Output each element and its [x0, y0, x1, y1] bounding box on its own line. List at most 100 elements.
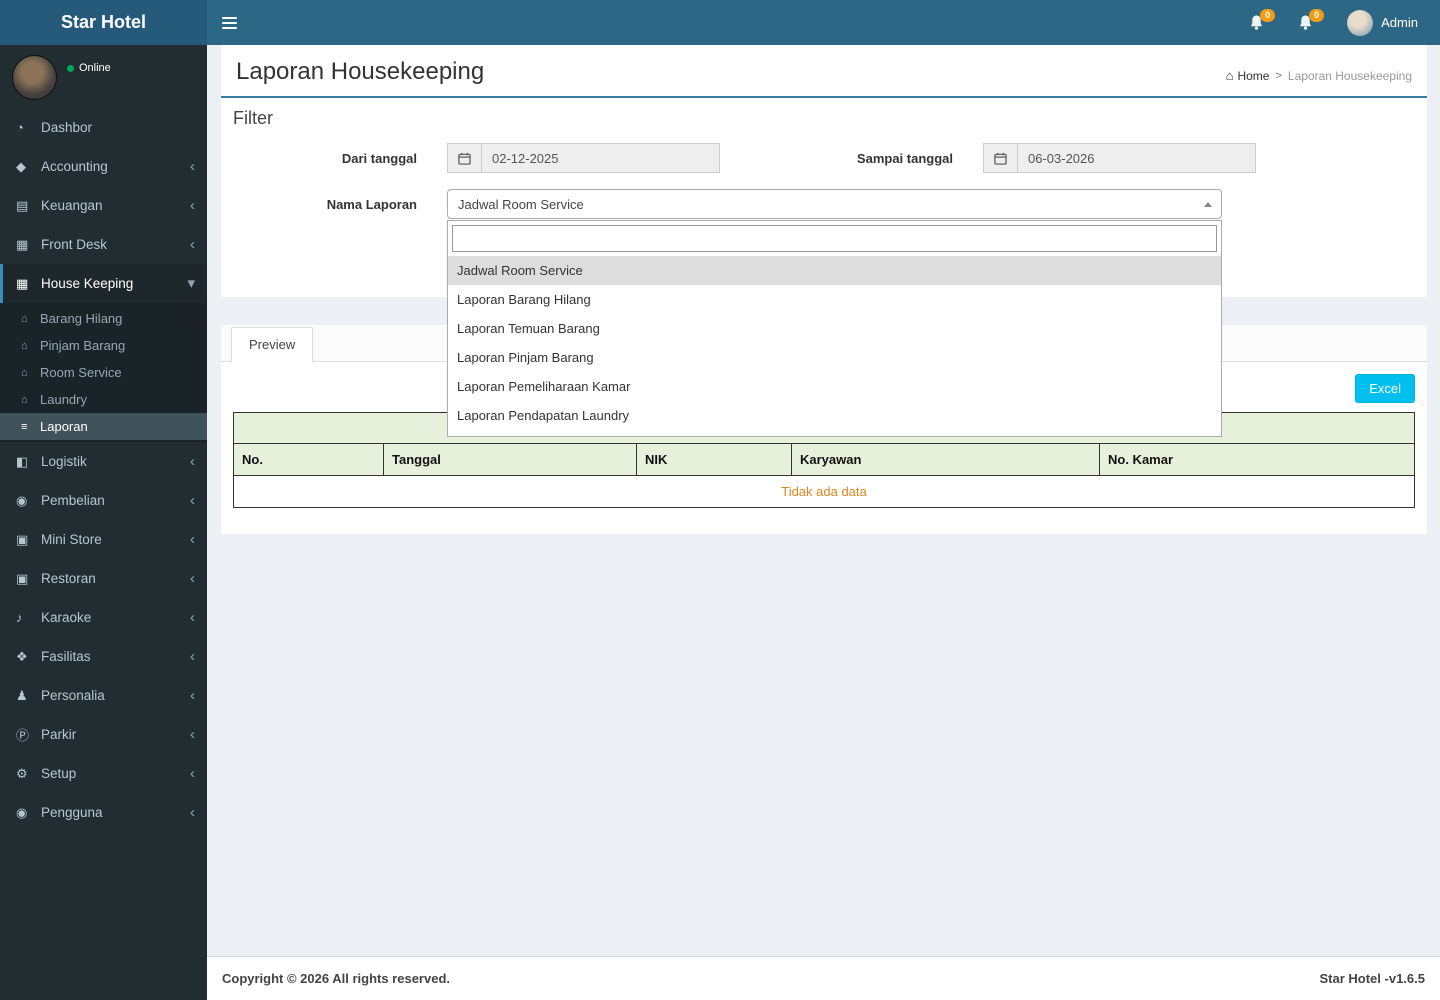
sidebar-item[interactable]: ❖ Fasilitas ‹ — [0, 637, 207, 676]
home-icon: ⌂ — [1225, 68, 1234, 83]
breadcrumb-home-link[interactable]: ⌂ Home — [1226, 68, 1270, 83]
menu-item-label: Dashbor — [41, 120, 93, 135]
menu-item-icon: ▦ — [16, 236, 29, 252]
menu-item-icon: ⚙ — [16, 765, 28, 781]
dropdown-option[interactable]: Laporan Temuan Barang — [448, 314, 1221, 343]
calendar-icon — [447, 143, 481, 173]
chevron-left-icon: ‹ — [190, 726, 195, 743]
table-empty-row: Tidak ada data — [233, 475, 1415, 508]
menu-item-label: Mini Store — [41, 532, 102, 547]
submenu-item-icon: ≡ — [21, 420, 28, 433]
filter-panel: Filter Dari tanggal Sampai tanggal Nama … — [221, 96, 1427, 437]
menu-item-icon: ▤ — [16, 197, 29, 213]
column-header: No. Kamar — [1099, 443, 1415, 476]
user-menu[interactable]: Admin — [1347, 9, 1418, 36]
empty-message: Tidak ada data — [233, 475, 1415, 508]
to-date-input[interactable] — [1017, 143, 1256, 173]
to-date-group — [983, 143, 1256, 173]
chevron-left-icon: ‹ — [190, 765, 195, 782]
chevron-left-icon: ‹ — [190, 492, 195, 509]
menu-item-icon: ◧ — [16, 453, 29, 469]
breadcrumb-current: Laporan Housekeeping — [1287, 68, 1412, 83]
dropdown-option[interactable]: Laporan Pemeliharaan Kamar — [448, 372, 1221, 401]
menu-item-label: Parkir — [41, 727, 77, 742]
submenu-item-label: Pinjam Barang — [40, 338, 126, 353]
dropdown-option[interactable]: Jadwal Room Service — [448, 256, 1221, 285]
sidebar-item[interactable]: ▣ Restoran ‹ — [0, 559, 207, 598]
sidebar-item[interactable]: ▦ Front Desk ‹ — [0, 225, 207, 264]
tab-preview[interactable]: Preview — [231, 327, 314, 362]
sidebar-item[interactable]: Ⓟ Parkir ‹ — [0, 715, 207, 754]
from-date-label: Dari tanggal — [341, 150, 417, 166]
chevron-left-icon: ‹ — [190, 570, 195, 587]
sidebar-subitem[interactable]: ⌂ Barang Hilang — [0, 305, 207, 332]
menu-item-label: Fasilitas — [41, 649, 91, 664]
submenu-item-icon: ⌂ — [21, 312, 28, 325]
brand-logo[interactable]: Star Hotel — [0, 0, 207, 45]
sidebar-item[interactable]: ▣ Mini Store ‹ — [0, 520, 207, 559]
menu-item-label: Restoran — [41, 571, 96, 586]
chevron-left-icon: ‹ — [190, 158, 195, 175]
menu-item-label: Logistik — [41, 454, 87, 469]
notifications-menu-1[interactable]: 0 — [1249, 9, 1276, 31]
menu-item-label: Front Desk — [41, 237, 108, 252]
sidebar-toggle-button[interactable] — [207, 0, 251, 45]
dropdown-option[interactable]: Laporan Pinjam Barang — [448, 343, 1221, 372]
report-filter-row: Nama Laporan Jadwal Room Service Jadwal … — [233, 189, 1415, 437]
sidebar-item[interactable]: ◉ Pembelian ‹ — [0, 481, 207, 520]
menu-item-icon: ◉ — [16, 804, 28, 820]
menu-item-label: Karaoke — [41, 610, 92, 625]
dropdown-option[interactable]: Laporan Pendapatan Laundry — [448, 401, 1221, 430]
sidebar-subitem[interactable]: ⌂ Pinjam Barang — [0, 332, 207, 359]
submenu-item-label: Barang Hilang — [40, 311, 123, 326]
submenu-item-icon: ⌂ — [21, 339, 28, 352]
column-header: NIK — [636, 443, 792, 476]
menu-item-icon: ▦ — [16, 275, 29, 291]
sidebar-user-avatar — [12, 55, 57, 100]
hamburger-icon — [221, 16, 237, 19]
user-avatar — [1347, 9, 1374, 36]
sidebar-subitem[interactable]: ⌂ Room Service — [0, 359, 207, 386]
sidebar-subitem[interactable]: ≡ Laporan — [0, 413, 207, 440]
menu-item-label: House Keeping — [41, 276, 134, 291]
sidebar-item[interactable]: ◔ Dashbor — [0, 108, 207, 147]
menu-item-icon: ◔ — [16, 120, 24, 135]
to-date-label: Sampai tanggal — [856, 150, 953, 166]
page-title: Laporan Housekeeping — [236, 58, 485, 85]
submenu-item-label: Room Service — [40, 365, 122, 380]
menu-item-label: Pengguna — [41, 805, 103, 820]
sidebar-item[interactable]: ◧ Logistik ‹ — [0, 442, 207, 481]
submenu-item-label: Laporan — [40, 419, 88, 434]
sidebar-item[interactable]: ♟ Personalia ‹ — [0, 676, 207, 715]
report-select-selection[interactable]: Jadwal Room Service — [447, 189, 1222, 219]
dropdown-search — [448, 221, 1221, 256]
sidebar-item[interactable]: ◉ Pengguna ‹ — [0, 793, 207, 832]
excel-export-button[interactable]: Excel — [1355, 374, 1415, 403]
table-header-row: No. Tanggal NIK Karyawan No. Kamar — [233, 443, 1415, 476]
chevron-up-icon — [1204, 202, 1212, 207]
from-date-input[interactable] — [481, 143, 720, 173]
chevron-down-icon: ▾ — [187, 275, 195, 292]
chevron-left-icon: ‹ — [190, 609, 195, 626]
notifications-menu-2[interactable]: 0 — [1298, 9, 1325, 31]
sidebar-item[interactable]: ♪ Karaoke ‹ — [0, 598, 207, 637]
content-header: Laporan Housekeeping ⌂ Home > Laporan Ho… — [221, 45, 1427, 96]
breadcrumb-separator: > — [1275, 69, 1282, 82]
report-name-label: Nama Laporan — [326, 196, 417, 212]
user-name: Admin — [1381, 15, 1418, 30]
chevron-left-icon: ‹ — [190, 648, 195, 665]
sidebar-menu-bottom: ◧ Logistik ‹ ◉ Pembelian ‹ ▣ Mini Store … — [0, 442, 207, 832]
sidebar-item[interactable]: ◆ Accounting ‹ — [0, 147, 207, 186]
dropdown-search-input[interactable] — [452, 225, 1217, 252]
menu-item-icon: Ⓟ — [16, 728, 30, 743]
chevron-left-icon: ‹ — [190, 197, 195, 214]
chevron-left-icon: ‹ — [190, 687, 195, 704]
sidebar-item[interactable]: ⚙ Setup ‹ — [0, 754, 207, 793]
sidebar-subitem[interactable]: ⌂ Laundry — [0, 386, 207, 413]
menu-item-label: Pembelian — [41, 493, 105, 508]
sidebar-item-house-keeping[interactable]: ▦ House Keeping ▾ — [0, 264, 207, 303]
dropdown-options: Jadwal Room Service Laporan Barang Hilan… — [448, 256, 1221, 436]
chevron-left-icon: ‹ — [190, 804, 195, 821]
dropdown-option[interactable]: Laporan Barang Hilang — [448, 285, 1221, 314]
sidebar-item[interactable]: ▤ Keuangan ‹ — [0, 186, 207, 225]
